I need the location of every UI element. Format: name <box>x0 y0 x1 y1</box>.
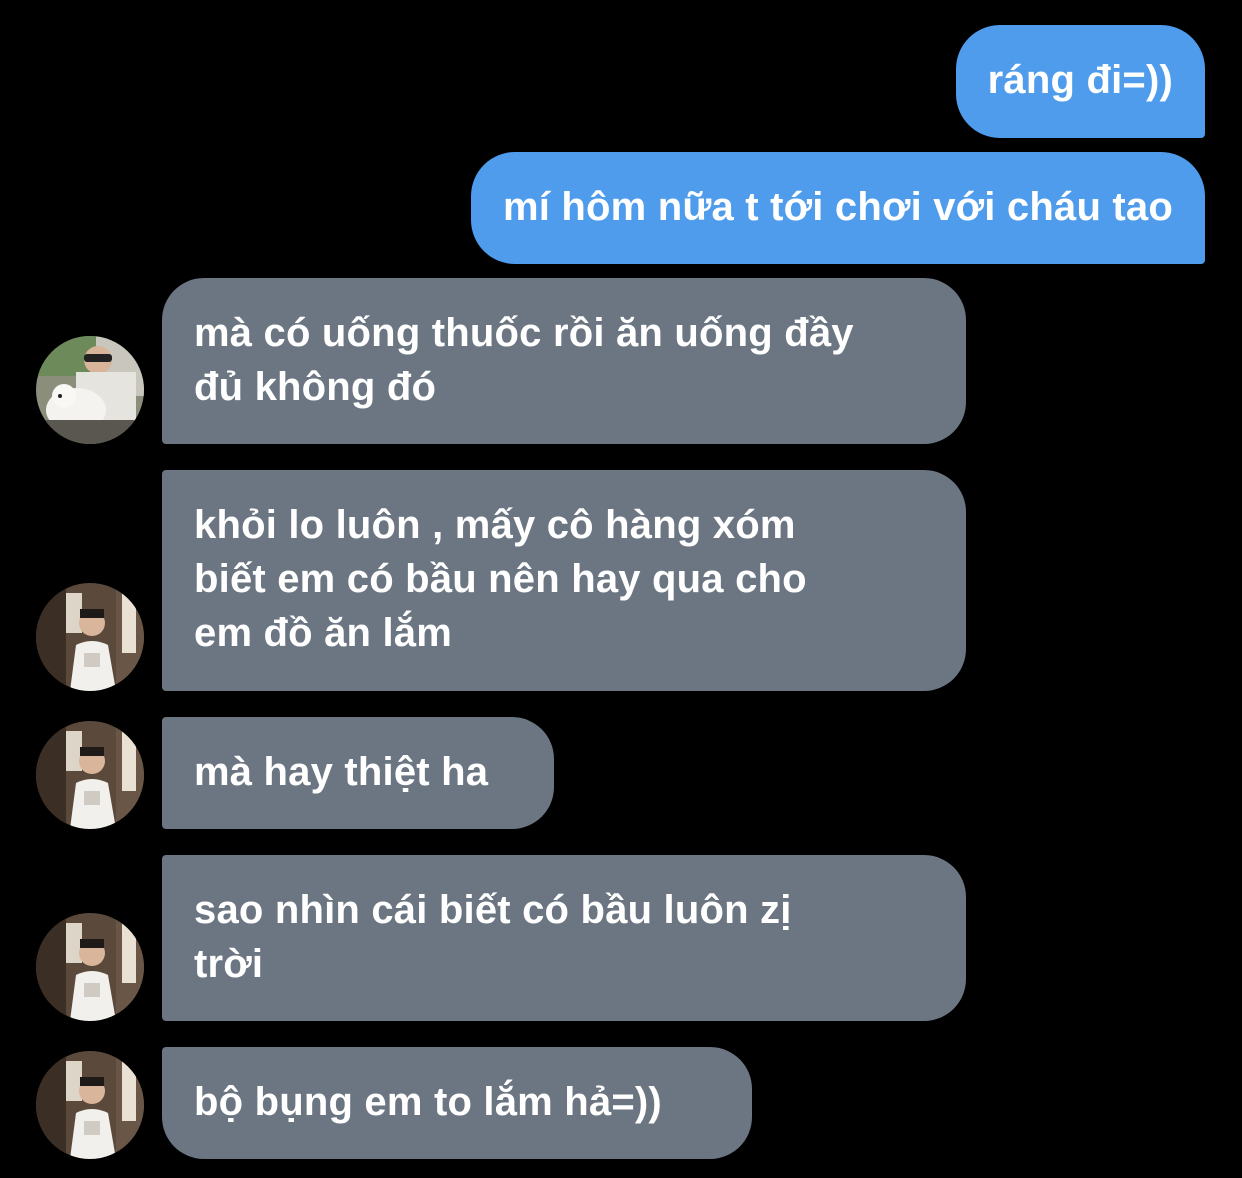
message-text-line: biết em có bầu nên hay qua cho <box>194 557 807 601</box>
avatar-photo-icon <box>36 583 144 691</box>
avatar-photo-icon <box>36 1051 144 1159</box>
message-text: ráng đi=)) <box>987 58 1173 102</box>
message-bubble-received[interactable]: khỏi lo luôn , mấy cô hàng xóm biết em c… <box>162 470 966 691</box>
message-bubble-received[interactable]: mà hay thiệt ha <box>162 717 554 829</box>
avatar[interactable] <box>36 913 144 1021</box>
message-text: bộ bụng em to lắm hả=)) <box>194 1080 662 1124</box>
avatar[interactable] <box>36 336 144 444</box>
message-text-line: sao nhìn cái biết có bầu luôn zị <box>194 888 792 932</box>
avatar[interactable] <box>36 721 144 829</box>
message-text-line: đủ không đó <box>194 365 437 409</box>
message-bubble-sent[interactable]: mí hôm nữa t tới chơi với cháu tao <box>470 152 1205 264</box>
avatar-photo-icon <box>36 913 144 1021</box>
message-bubble-received[interactable]: sao nhìn cái biết có bầu luôn zị trời <box>162 855 966 1021</box>
message-bubble-sent[interactable]: ráng đi=)) <box>955 25 1205 138</box>
avatar-photo-icon <box>36 336 144 444</box>
message-text-line: mà có uống thuốc rồi ăn uống đầy <box>194 311 854 355</box>
message-text-line: trời <box>194 942 264 986</box>
message-bubble-received[interactable]: bộ bụng em to lắm hả=)) <box>162 1047 752 1159</box>
message-text-line: khỏi lo luôn , mấy cô hàng xóm <box>194 503 796 547</box>
avatar[interactable] <box>36 1051 144 1159</box>
message-bubble-received[interactable]: mà có uống thuốc rồi ăn uống đầy đủ khôn… <box>162 278 966 444</box>
avatar[interactable] <box>36 583 144 691</box>
avatar-photo-icon <box>36 721 144 829</box>
message-text-line: em đồ ăn lắm <box>194 611 453 655</box>
message-text: mí hôm nữa t tới chơi với cháu tao <box>502 185 1173 229</box>
message-text: mà hay thiệt ha <box>194 750 489 794</box>
